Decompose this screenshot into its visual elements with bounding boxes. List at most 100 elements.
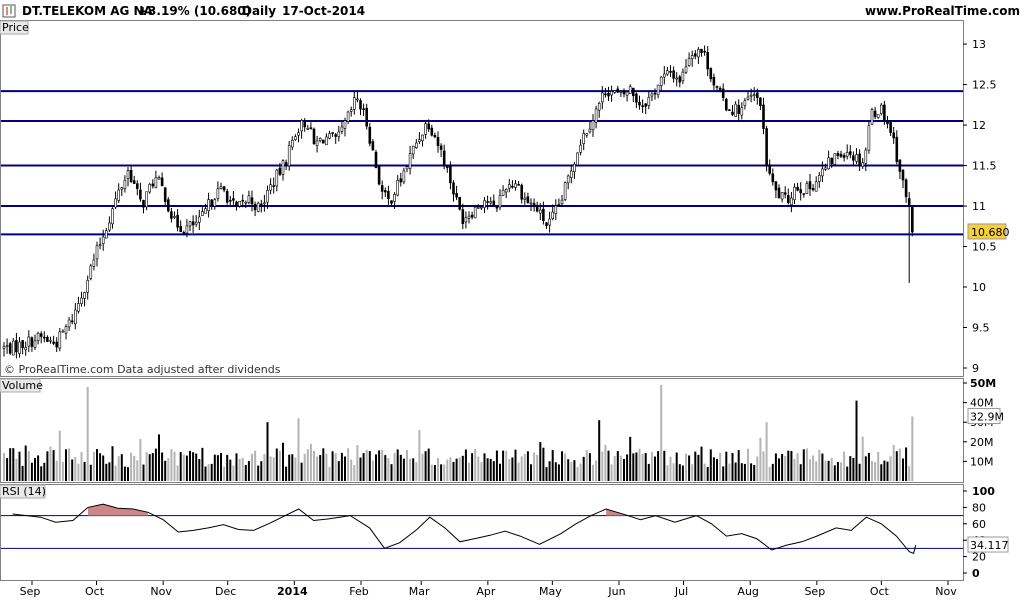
volume-bar bbox=[415, 462, 418, 481]
candle-body bbox=[377, 166, 381, 185]
volume-bar bbox=[607, 450, 610, 481]
volume-bar bbox=[716, 458, 718, 481]
candle-body bbox=[786, 195, 790, 203]
candle-body bbox=[12, 340, 15, 356]
candle-body bbox=[542, 208, 545, 221]
candle bbox=[312, 127, 316, 145]
price-axis-label: 9.5 bbox=[972, 322, 990, 335]
candle-body bbox=[167, 199, 170, 212]
instrument-name: DT.TELEKOM AG NA bbox=[22, 4, 154, 18]
volume-bar bbox=[542, 447, 545, 481]
candle-body bbox=[672, 70, 675, 79]
candle-body bbox=[191, 221, 195, 226]
candle-body bbox=[594, 108, 598, 123]
volume-bar bbox=[15, 458, 18, 481]
volume-bar bbox=[843, 451, 846, 481]
candle-body bbox=[346, 111, 350, 122]
volume-bar bbox=[570, 462, 573, 481]
candle-body bbox=[734, 103, 737, 117]
volume-bar bbox=[49, 446, 52, 481]
volume-bar bbox=[505, 450, 508, 481]
volume-bar bbox=[867, 452, 870, 481]
candle-body bbox=[163, 187, 167, 202]
candle-body bbox=[436, 137, 440, 146]
volume-bar bbox=[359, 457, 362, 481]
volume-bar bbox=[824, 460, 827, 481]
candle-body bbox=[95, 245, 99, 260]
volume-bar bbox=[232, 465, 235, 481]
volume-bar bbox=[176, 465, 179, 481]
volume-bar bbox=[567, 459, 570, 481]
volume-bar bbox=[65, 449, 67, 481]
chart-date: 17-Oct-2014 bbox=[282, 4, 365, 18]
volume-bar bbox=[548, 461, 551, 481]
volume-bar bbox=[585, 450, 588, 481]
volume-bar bbox=[613, 456, 616, 481]
volume-bar bbox=[768, 466, 771, 481]
volume-bar bbox=[331, 451, 334, 481]
volume-bar bbox=[458, 457, 461, 481]
volume-bar bbox=[595, 460, 598, 481]
candle-body bbox=[325, 136, 328, 146]
candle-body bbox=[188, 221, 192, 227]
candle-body bbox=[52, 341, 55, 344]
candle-body bbox=[638, 101, 641, 106]
candle-body bbox=[359, 100, 362, 110]
candle bbox=[867, 121, 871, 154]
candle-body bbox=[771, 173, 775, 183]
candle-body bbox=[656, 84, 660, 96]
volume-bar bbox=[294, 457, 297, 481]
volume-bar bbox=[80, 451, 83, 481]
candle-body bbox=[356, 98, 359, 101]
volume-bar bbox=[697, 454, 700, 481]
volume-bar bbox=[58, 430, 61, 481]
volume-bar bbox=[195, 453, 198, 481]
volume-bar bbox=[384, 455, 387, 481]
volume-bar bbox=[316, 456, 319, 481]
volume-bar bbox=[130, 452, 133, 481]
candle-body bbox=[588, 128, 592, 133]
candle-body bbox=[421, 134, 424, 142]
candle-body bbox=[808, 181, 812, 190]
candle-body bbox=[408, 153, 412, 169]
volume-bar bbox=[288, 454, 291, 481]
candle-body bbox=[746, 96, 750, 100]
candle-body bbox=[622, 90, 626, 95]
volume-bar bbox=[796, 453, 799, 481]
candle-body bbox=[216, 188, 220, 199]
candle-body bbox=[179, 226, 182, 232]
volume-bar bbox=[334, 453, 337, 481]
candle-body bbox=[833, 153, 837, 165]
volume-bar bbox=[539, 442, 542, 481]
candle-body bbox=[176, 214, 179, 228]
volume-bar bbox=[201, 447, 204, 481]
candle-body bbox=[473, 206, 477, 219]
candle-body bbox=[46, 336, 49, 342]
volume-bar bbox=[269, 456, 272, 481]
candle-body bbox=[895, 136, 899, 163]
volume-bar bbox=[418, 430, 421, 481]
candle-body bbox=[331, 132, 334, 134]
candle-body bbox=[111, 208, 114, 225]
candle-body bbox=[266, 190, 269, 203]
candle-body bbox=[848, 151, 852, 155]
candle-body bbox=[669, 70, 672, 73]
candle-body bbox=[718, 88, 722, 90]
candle-body bbox=[396, 180, 400, 196]
volume-bar bbox=[275, 448, 278, 481]
candle bbox=[256, 201, 260, 213]
candle-body bbox=[554, 205, 558, 214]
candle-body bbox=[467, 215, 471, 219]
candle-body bbox=[414, 142, 418, 149]
volume-bar bbox=[185, 455, 188, 481]
volume-bar bbox=[89, 464, 92, 481]
volume-bar bbox=[576, 467, 579, 481]
volume-bar bbox=[455, 458, 458, 481]
volume-bar bbox=[849, 456, 852, 481]
candle-body bbox=[520, 184, 524, 200]
volume-bar bbox=[133, 455, 136, 481]
volume-bar bbox=[889, 456, 892, 481]
candle-body bbox=[290, 139, 294, 148]
candle-body bbox=[566, 175, 570, 184]
candle-body bbox=[402, 170, 406, 183]
